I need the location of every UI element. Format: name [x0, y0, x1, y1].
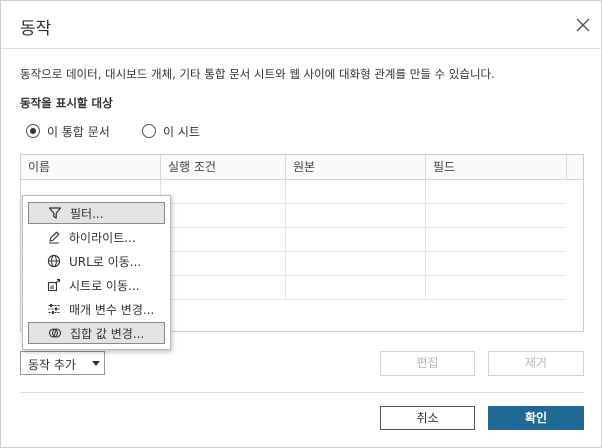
dialog-description: 동작으로 데이터, 대시보드 개체, 기타 통합 문서 시트와 웹 사이에 대화… [20, 67, 495, 81]
menu-item-label: URL로 이동... [69, 254, 142, 269]
radio-this-sheet[interactable]: 이 시트 [142, 122, 200, 140]
table-cell [286, 252, 426, 276]
close-button[interactable] [573, 15, 593, 35]
menu-item-label: 하이라이트... [69, 230, 136, 245]
globe-icon [46, 253, 62, 269]
radio-button-unselected[interactable] [142, 124, 156, 138]
go-to-sheet-icon [46, 277, 62, 293]
add-action-menu: 필터... 하이라이트... URL로 이동... 시트로 이동... 매개 변… [22, 195, 171, 350]
close-icon [576, 18, 590, 32]
radio-label-this-workbook: 이 통합 문서 [47, 124, 110, 139]
cancel-button[interactable]: 취소 [380, 406, 475, 430]
menu-item-label: 필터... [70, 206, 104, 221]
highlight-pen-icon [46, 229, 62, 245]
radio-label-this-sheet: 이 시트 [163, 124, 200, 139]
menu-item-highlight[interactable]: 하이라이트... [28, 226, 165, 248]
header-scroll-gutter [566, 155, 583, 180]
table-cell [161, 276, 286, 300]
scope-section-label: 동작을 표시할 대상 [20, 96, 113, 110]
menu-item-label: 매개 변수 변경... [69, 302, 155, 317]
add-action-label: 동작 추가 [28, 358, 76, 372]
radio-button-selected[interactable] [26, 124, 40, 138]
menu-item-filter[interactable]: 필터... [28, 202, 165, 224]
parameter-icon [46, 301, 62, 317]
actions-dialog: 동작 동작으로 데이터, 대시보드 개체, 기타 통합 문서 시트와 웹 사이에… [0, 0, 602, 448]
radio-this-workbook[interactable]: 이 통합 문서 [26, 122, 110, 140]
footer-divider [20, 392, 584, 393]
caret-down-icon [92, 361, 100, 366]
dialog-titlebar: 동작 [1, 1, 601, 49]
table-cell [161, 252, 286, 276]
menu-item-change-parameter[interactable]: 매개 변수 변경... [28, 298, 165, 320]
ok-button[interactable]: 확인 [488, 406, 584, 430]
menu-item-go-to-url[interactable]: URL로 이동... [28, 250, 165, 272]
set-icon [47, 325, 63, 341]
table-cell [286, 228, 426, 252]
table-cell [161, 180, 286, 204]
add-action-dropdown[interactable]: 동작 추가 [20, 351, 105, 375]
table-header: 이름 실행 조건 원본 필드 [21, 155, 583, 180]
column-header-source[interactable]: 원본 [286, 155, 426, 180]
table-cell [161, 204, 286, 228]
remove-button[interactable]: 제거 [488, 351, 584, 376]
column-header-name[interactable]: 이름 [21, 155, 161, 180]
table-cell [286, 204, 426, 228]
dialog-title: 동작 [20, 19, 52, 39]
edit-button[interactable]: 편집 [380, 351, 475, 376]
column-header-run-on[interactable]: 실행 조건 [161, 155, 286, 180]
menu-item-go-to-sheet[interactable]: 시트로 이동... [28, 274, 165, 296]
table-cell [161, 228, 286, 252]
menu-item-label: 집합 값 변경... [70, 326, 145, 341]
table-cell [286, 276, 426, 300]
menu-item-change-set-values[interactable]: 집합 값 변경... [28, 322, 165, 344]
filter-icon [47, 205, 63, 221]
column-header-fields[interactable]: 필드 [426, 155, 566, 180]
menu-item-label: 시트로 이동... [69, 278, 140, 293]
table-cell [286, 180, 426, 204]
